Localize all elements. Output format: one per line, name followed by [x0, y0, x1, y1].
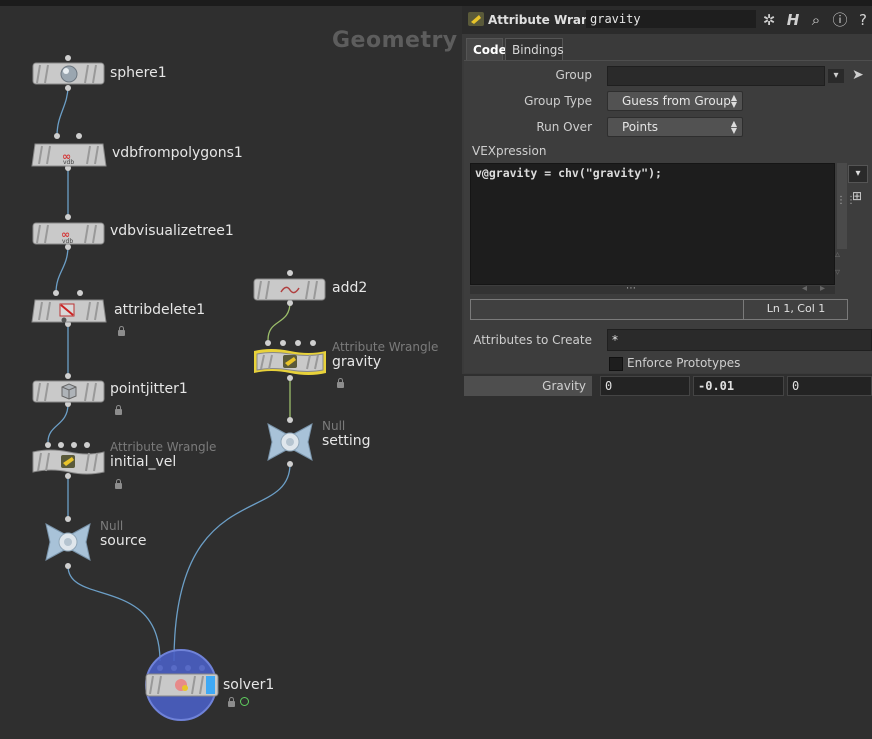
- node-attribdelete1[interactable]: [30, 298, 108, 324]
- solver-node-body: [145, 649, 219, 721]
- wire-pointjitter-initialvel: [47, 403, 69, 443]
- node-gravity[interactable]: [252, 346, 328, 378]
- updown-arrows-icon: ▲ ▼: [730, 93, 737, 109]
- group-type-label: Group Type: [524, 94, 592, 108]
- node-source[interactable]: [42, 520, 94, 564]
- gravity-parm-row: Gravity 0 -0.01 0: [462, 374, 872, 398]
- node-label-vdbfrompolygons1: vdbfrompolygons1: [112, 145, 243, 161]
- time-dependent-icon: [240, 697, 249, 706]
- run-over-value: Points: [622, 120, 659, 134]
- node-type-gravity: Attribute Wrangle: [332, 340, 439, 354]
- vex-code-text: v@gravity = chv("gravity");: [475, 166, 662, 180]
- node-setting[interactable]: [264, 420, 316, 464]
- attributes-to-create-label: Attributes to Create: [473, 333, 592, 347]
- code-tab-body: Group ▾ ➤ Group Type Guess from Group ▲ ▼…: [464, 60, 872, 373]
- node-label-initial-vel: initial_vel: [110, 454, 177, 470]
- parameter-toolbar: Attribute Wrangle ✲ H ⌕ ⓘ ?: [462, 6, 872, 34]
- node-label-solver1: solver1: [223, 677, 275, 693]
- null-node-body: [45, 523, 91, 561]
- node-vdbvisualizetree1[interactable]: ∞ vdb: [32, 222, 106, 246]
- node-type-setting: Null: [322, 419, 346, 433]
- group-type-dropdown[interactable]: Guess from Group ▲ ▼: [607, 91, 743, 111]
- node-label-vdbvisualizetree1: vdbvisualizetree1: [110, 223, 234, 239]
- node-label-pointjitter1: pointjitter1: [110, 381, 188, 397]
- pointjitter-node-body: [32, 380, 105, 403]
- group-type-value: Guess from Group: [622, 94, 731, 108]
- svg-text:vdb: vdb: [62, 238, 73, 245]
- gravity-label-slider[interactable]: Gravity: [464, 376, 592, 396]
- gravity-x-field[interactable]: 0: [600, 376, 690, 396]
- code-vertical-scrollbar[interactable]: [837, 163, 847, 249]
- node-label-add2: add2: [332, 280, 368, 296]
- gravity-z-field[interactable]: 0: [787, 376, 872, 396]
- node-initial-vel[interactable]: [32, 448, 106, 476]
- wire-vdbvisualizetree-attribdelete: [55, 245, 69, 294]
- help-icon[interactable]: ?: [854, 11, 872, 29]
- houdini-help-icon[interactable]: H: [784, 11, 802, 29]
- group-label: Group: [555, 68, 592, 82]
- gear-icon[interactable]: ✲: [760, 11, 778, 29]
- wrangle-icon: [468, 12, 484, 26]
- gravity-y-field[interactable]: -0.01: [693, 376, 784, 396]
- add-node-body: [253, 278, 326, 301]
- node-pointjitter1[interactable]: [32, 380, 106, 404]
- info-icon[interactable]: ⓘ: [831, 11, 849, 29]
- node-label-source: source: [100, 533, 147, 549]
- enforce-prototypes-checkbox[interactable]: [609, 357, 623, 371]
- select-arrow-icon[interactable]: ➤: [852, 67, 864, 83]
- editor-status-bar: Ln 1, Col 1: [470, 299, 848, 320]
- code-horizontal-scrollbar[interactable]: [470, 286, 835, 294]
- node-label-setting: setting: [322, 433, 371, 449]
- scroll-up-icon[interactable]: ▵: [835, 249, 840, 260]
- lock-icon: [115, 479, 122, 489]
- wire-sphere-vdbfrompolygons: [56, 85, 69, 137]
- lock-icon: [337, 378, 344, 388]
- lock-icon: [118, 326, 125, 336]
- parameter-panel: Attribute Wrangle ✲ H ⌕ ⓘ ? Code Binding…: [462, 6, 872, 398]
- grip-icon[interactable]: ⋯: [626, 283, 636, 294]
- vexpression-label: VEXpression: [472, 144, 547, 158]
- updown-arrows-icon: ▲ ▼: [730, 119, 737, 135]
- node-vdbfrompolygons1[interactable]: ∞ vdb: [30, 142, 108, 168]
- scroll-right-icon[interactable]: ▸: [820, 283, 825, 294]
- wire-source-solver: [67, 565, 161, 662]
- node-label-sphere1: sphere1: [110, 65, 167, 81]
- null-node-body: [267, 423, 313, 461]
- gravity-label: Gravity: [542, 379, 586, 393]
- add-spare-parm-icon[interactable]: ⊞: [852, 189, 862, 203]
- tab-code[interactable]: Code: [466, 38, 507, 60]
- vdb-node-body: ∞ vdb: [31, 143, 107, 167]
- search-icon[interactable]: ⌕: [807, 11, 825, 29]
- node-label-gravity: gravity: [332, 354, 382, 370]
- lock-icon: [115, 405, 122, 415]
- wire-add-gravity: [267, 301, 291, 341]
- vex-code-editor[interactable]: v@gravity = chv("gravity");: [470, 163, 835, 285]
- vdb-visualize-node-body: ∞ vdb: [32, 222, 105, 245]
- node-name-field[interactable]: [586, 10, 756, 28]
- attribdelete-node-body: [31, 299, 107, 323]
- svg-text:vdb: vdb: [63, 159, 74, 166]
- run-over-label: Run Over: [536, 120, 592, 134]
- code-menu-button[interactable]: ▾: [848, 165, 868, 183]
- wrangle-node-body: [32, 449, 105, 475]
- node-add2[interactable]: [253, 278, 327, 302]
- enforce-prototypes-label: Enforce Prototypes: [627, 356, 741, 370]
- wire-setting-solver: [173, 463, 291, 662]
- cursor-position: Ln 1, Col 1: [766, 302, 826, 315]
- node-solver1[interactable]: [140, 648, 222, 722]
- lock-icon: [228, 697, 235, 707]
- scroll-left-icon[interactable]: ◂: [802, 283, 807, 294]
- node-sphere1[interactable]: [32, 62, 106, 86]
- sphere-node-body: [32, 62, 105, 85]
- node-type-source: Null: [100, 519, 124, 533]
- scroll-down-icon[interactable]: ▿: [835, 267, 840, 278]
- attributes-to-create-field[interactable]: *: [607, 329, 872, 351]
- run-over-dropdown[interactable]: Points ▲ ▼: [607, 117, 743, 137]
- node-type-initial-vel: Attribute Wrangle: [110, 440, 217, 454]
- group-menu-icon[interactable]: ▾: [828, 69, 844, 83]
- tab-bindings[interactable]: Bindings: [505, 38, 564, 60]
- node-label-attribdelete1: attribdelete1: [114, 302, 206, 318]
- group-field[interactable]: [607, 66, 825, 86]
- wrangle-node-body-selected: [254, 349, 326, 375]
